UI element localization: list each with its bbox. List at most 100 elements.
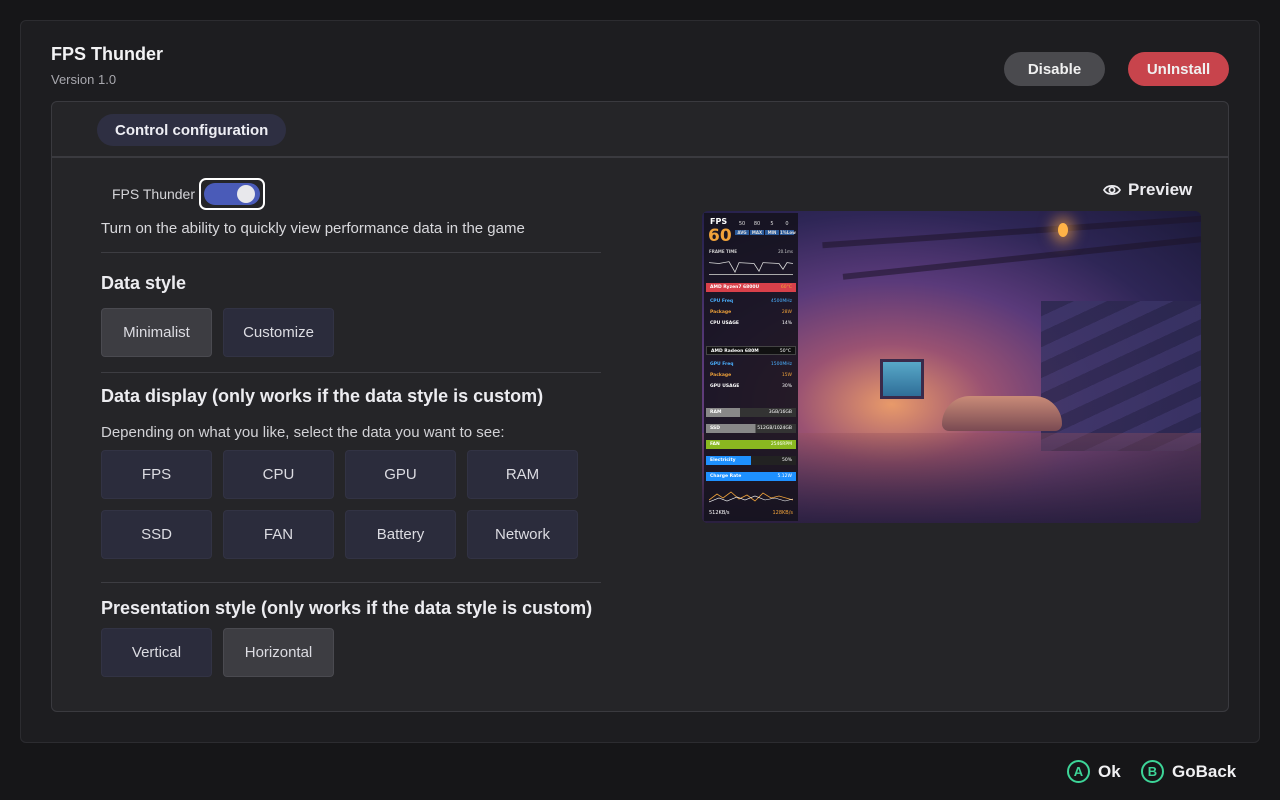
hud-row: CPU USAGE 14%: [710, 321, 792, 326]
app-frame: FPS Thunder Version 1.0 Disable UnInstal…: [20, 20, 1260, 743]
hud-stat-value: 5: [770, 221, 774, 227]
divider: [101, 372, 601, 373]
presentation-style-title: Presentation style (only works if the da…: [101, 598, 593, 618]
option-gpu[interactable]: GPU: [345, 450, 456, 499]
lamp-light: [1058, 223, 1068, 237]
data-display-title: Data display (only works if the data sty…: [101, 386, 544, 406]
toggle-row: FPS Thunder: [112, 178, 266, 210]
hud-stat-value: 50: [738, 221, 746, 227]
data-style-title: Data style: [101, 273, 187, 293]
hud-stat: 50 AVG: [735, 221, 749, 241]
goback-hint[interactable]: B GoBack: [1141, 760, 1236, 783]
preview-image: FPS 60 50 AVG 80 MAX 5 MIN 0 1%Low FRAME TIM…: [702, 211, 1201, 523]
fps-thunder-toggle[interactable]: [199, 178, 266, 210]
option-vertical[interactable]: Vertical: [101, 628, 212, 677]
hud-row-label: CPU Freq: [710, 299, 734, 304]
hud-row-label: GPU USAGE: [710, 384, 740, 389]
hud-row-label: CPU USAGE: [710, 321, 739, 326]
hud-charge-value: 5.12W: [777, 474, 792, 479]
hud-stat-value: 0: [785, 221, 789, 227]
app-version: Version 1.0: [51, 72, 117, 87]
hud-fan-label: FAN: [710, 442, 720, 447]
hud-row: CPU Freq 4500MHz: [710, 299, 792, 304]
goback-label: GoBack: [1172, 761, 1237, 781]
hud-row-value: 15W: [781, 373, 792, 378]
hud-row-label: GPU Freq: [710, 362, 734, 367]
hud-ram-label: RAM: [710, 410, 722, 415]
hud-row-value: 30%: [781, 384, 792, 389]
hud-charge-label: Charge Rate: [710, 474, 742, 479]
preview-label: Preview: [1103, 180, 1192, 200]
hud-fps-value: 60: [708, 226, 732, 246]
toggle-knob: [237, 185, 256, 203]
b-button-icon: B: [1141, 760, 1164, 783]
option-minimalist[interactable]: Minimalist: [101, 308, 212, 357]
hud-net-down: 128KB/s: [772, 510, 793, 516]
hud-charge-bar: Charge Rate 5.12W: [706, 472, 796, 481]
hud-ssd-bar: SSD 512GB/1024GB: [706, 424, 796, 433]
staircase: [1041, 301, 1201, 451]
hud-frame-graph: [709, 261, 793, 275]
hud-stat-label: AVG: [735, 230, 749, 235]
hud-row: GPU USAGE 30%: [710, 384, 792, 389]
hud-electricity-label: Electricity: [710, 458, 736, 463]
divider: [101, 252, 601, 253]
hud-frame-time-value: 20.1ms: [778, 249, 793, 254]
hud-network: 512KB/s 128KB/s: [709, 510, 793, 516]
option-ssd[interactable]: SSD: [101, 510, 212, 559]
uninstall-button[interactable]: UnInstall: [1128, 52, 1229, 86]
option-fps[interactable]: FPS: [101, 450, 212, 499]
a-button-icon: A: [1067, 760, 1090, 783]
hud-row: GPU Freq 1500MHz: [710, 362, 792, 367]
hud-ram-value: 3GB/16GB: [768, 410, 792, 415]
option-cpu[interactable]: CPU: [223, 450, 334, 499]
toggle-label: FPS Thunder: [112, 186, 196, 202]
ok-hint[interactable]: A Ok: [1067, 760, 1121, 783]
hud-net-up: 512KB/s: [709, 510, 730, 516]
performance-hud: FPS 60 50 AVG 80 MAX 5 MIN 0 1%Low FRAME TIM…: [704, 213, 798, 521]
panel-header: Control configuration: [52, 102, 1228, 158]
hud-fan-value: 2546RPM: [770, 442, 792, 447]
app-title: FPS Thunder: [51, 44, 163, 64]
tab-control-configuration[interactable]: Control configuration: [97, 114, 287, 146]
option-fan[interactable]: FAN: [223, 510, 334, 559]
hud-ram-bar: RAM 3GB/16GB: [706, 408, 796, 417]
hud-electricity-value: 50%: [781, 458, 792, 463]
option-battery[interactable]: Battery: [345, 510, 456, 559]
ok-label: Ok: [1098, 761, 1121, 781]
hud-stat: 80 MAX: [750, 221, 764, 241]
toggle-description: Turn on the ability to quickly view perf…: [101, 220, 525, 237]
hud-stat-label: 1%Low: [780, 230, 796, 235]
bed: [942, 396, 1062, 431]
divider: [101, 582, 601, 583]
hud-fan-bar: FAN 2546RPM: [706, 440, 796, 449]
disable-button[interactable]: Disable: [1004, 52, 1105, 86]
hud-row: Package 28W: [710, 310, 792, 315]
hud-frame-time-label: FRAME TIME: [709, 249, 737, 254]
hud-stat-value: 80: [753, 221, 761, 227]
window-glow: [880, 359, 924, 399]
option-network[interactable]: Network: [467, 510, 578, 559]
hud-electricity-bar: Electricity 50%: [706, 456, 796, 465]
hud-cpu-name: AMD Ryzen7 6800U: [710, 285, 760, 290]
hud-ssd-label: SSD: [710, 426, 721, 431]
hud-row: Package 15W: [710, 373, 792, 378]
data-display-description: Depending on what you like, select the d…: [101, 424, 505, 441]
option-ram[interactable]: RAM: [467, 450, 578, 499]
hud-fps-label: FPS: [710, 217, 728, 226]
hud-cpu-temp: 60°C: [780, 285, 792, 290]
hud-row-value: 14%: [781, 321, 792, 326]
hud-stat-label: MIN: [765, 230, 779, 235]
option-horizontal[interactable]: Horizontal: [223, 628, 334, 677]
preview-text: Preview: [1128, 180, 1193, 199]
toggle-track: [204, 183, 261, 205]
option-customize[interactable]: Customize: [223, 308, 334, 357]
hud-row-value: 28W: [781, 310, 792, 315]
hud-stat: 0 1%Low: [780, 221, 796, 241]
config-panel: Control configuration FPS Thunder Turn o…: [51, 101, 1229, 712]
hud-frame-time: FRAME TIME 20.1ms: [709, 249, 793, 254]
eye-icon: [1103, 184, 1121, 196]
hud-row-value: 4500MHz: [770, 299, 792, 304]
hud-network-graph: [709, 491, 793, 503]
hud-gpu-name: AMD Radeon 680M: [711, 349, 759, 354]
